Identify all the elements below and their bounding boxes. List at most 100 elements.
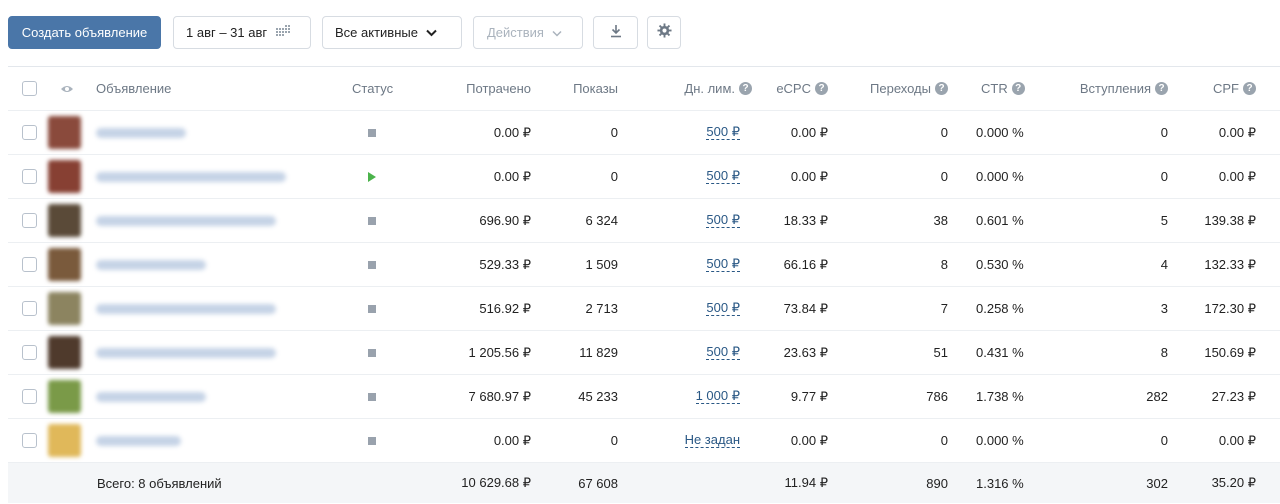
col-header-ad[interactable]: Объявление — [96, 67, 356, 110]
cell-daily-limit[interactable]: 500 ₽ — [648, 155, 740, 198]
chevron-down-icon — [552, 25, 562, 40]
help-icon[interactable]: ? — [1011, 82, 1025, 95]
col-header-daily-limit-label: Дн. лим. — [684, 81, 735, 96]
table-row[interactable]: 0.00 ₽ 0 500 ₽ 0.00 ₽ 0 0.000 % 0 0.00 ₽ — [8, 111, 1280, 155]
total-clicks: 890 — [926, 475, 948, 491]
cell-clicks: 38 — [933, 213, 948, 228]
ad-name-link[interactable] — [96, 419, 356, 462]
cell-ctr: 0.000 % — [976, 169, 1024, 184]
table-row[interactable]: 529.33 ₽ 1 509 500 ₽ 66.16 ₽ 8 0.530 % 4 132.33… — [8, 243, 1280, 287]
daily-limit-link[interactable]: 500 ₽ — [706, 213, 740, 228]
ad-name-link[interactable] — [96, 243, 356, 286]
table-total-row: Всего: 8 объявлений 10 629.68 ₽ 67 608 1… — [8, 463, 1280, 503]
row-checkbox[interactable] — [22, 155, 38, 198]
actions-dropdown[interactable]: Действия — [473, 15, 583, 49]
status-indicator[interactable] — [368, 243, 388, 286]
eye-icon[interactable] — [60, 67, 74, 110]
status-indicator[interactable] — [368, 287, 388, 330]
daily-limit-link[interactable]: 500 ₽ — [706, 257, 740, 272]
cell-ctr: 0.530 % — [976, 257, 1024, 272]
ad-name-link[interactable] — [96, 287, 356, 330]
table-row[interactable]: 7 680.97 ₽ 45 233 1 000 ₽ 9.77 ₽ 786 1.738 % 2… — [8, 375, 1280, 419]
date-range-label: 1 авг – 31 авг — [186, 24, 268, 40]
ad-name-link[interactable] — [96, 111, 356, 154]
ad-name-link[interactable] — [96, 375, 356, 418]
cell-daily-limit[interactable]: 500 ₽ — [648, 199, 740, 242]
col-header-spent[interactable]: Потрачено — [428, 67, 531, 110]
table-row[interactable]: 0.00 ₽ 0 Не задан 0.00 ₽ 0 0.000 % 0 0.00 ₽ — [8, 419, 1280, 463]
cell-joins: 5 — [1160, 213, 1168, 228]
col-header-status[interactable]: Статус — [352, 67, 393, 110]
cell-daily-limit[interactable]: 500 ₽ — [648, 287, 740, 330]
status-indicator[interactable] — [368, 331, 388, 374]
ad-thumbnail[interactable] — [48, 155, 84, 198]
total-cpf: 35.20 ₽ — [1211, 475, 1256, 490]
row-checkbox[interactable] — [22, 419, 38, 462]
cell-spent: 0.00 ₽ — [493, 168, 531, 184]
daily-limit-link[interactable]: 500 ₽ — [706, 125, 740, 140]
help-icon[interactable]: ? — [815, 82, 828, 95]
ad-thumbnail[interactable] — [48, 111, 84, 154]
status-indicator[interactable] — [368, 155, 388, 198]
settings-button[interactable] — [647, 15, 681, 49]
col-header-daily-limit[interactable]: Дн. лим.? — [658, 67, 752, 110]
stopped-status-icon — [368, 128, 376, 137]
ad-thumbnail[interactable] — [48, 287, 84, 330]
help-icon[interactable]: ? — [1243, 82, 1256, 95]
col-header-cpf[interactable]: CPF? — [1188, 67, 1256, 110]
daily-limit-link[interactable]: 1 000 ₽ — [695, 389, 740, 404]
table-row[interactable]: 1 205.56 ₽ 11 829 500 ₽ 23.63 ₽ 51 0.431 % 8 15… — [8, 331, 1280, 375]
row-checkbox[interactable] — [22, 111, 38, 154]
ad-name-link[interactable] — [96, 199, 356, 242]
col-header-ctr-label: CTR — [981, 81, 1008, 96]
cell-daily-limit[interactable]: 500 ₽ — [648, 243, 740, 286]
status-indicator[interactable] — [368, 419, 388, 462]
row-checkbox[interactable] — [22, 243, 38, 286]
row-checkbox[interactable] — [22, 287, 38, 330]
table-row[interactable]: 0.00 ₽ 0 500 ₽ 0.00 ₽ 0 0.000 % 0 0.00 ₽ — [8, 155, 1280, 199]
cell-joins: 0 — [1160, 433, 1168, 448]
help-icon[interactable]: ? — [1155, 82, 1168, 95]
status-indicator[interactable] — [368, 375, 388, 418]
col-header-joins[interactable]: Вступления? — [1068, 67, 1168, 110]
cell-daily-limit[interactable]: 500 ₽ — [648, 331, 740, 374]
ad-name-link[interactable] — [96, 331, 356, 374]
create-ad-button[interactable]: Создать объявление — [8, 15, 161, 49]
date-range-button[interactable]: 1 авг – 31 авг — [173, 15, 311, 49]
daily-limit-link[interactable]: Не задан — [684, 433, 740, 448]
row-checkbox[interactable] — [22, 375, 38, 418]
col-header-ecpc[interactable]: eCPC? — [748, 67, 828, 110]
download-button[interactable] — [593, 15, 638, 49]
col-header-shows[interactable]: Показы — [548, 67, 618, 110]
col-header-ctr[interactable]: CTR? — [981, 67, 1025, 110]
row-checkbox[interactable] — [22, 199, 38, 242]
daily-limit-link[interactable]: 500 ₽ — [706, 345, 740, 360]
ad-thumbnail[interactable] — [48, 243, 84, 286]
help-icon[interactable]: ? — [935, 82, 948, 95]
table-row[interactable]: 696.90 ₽ 6 324 500 ₽ 18.33 ₽ 38 0.601 % 5 139.3… — [8, 199, 1280, 243]
select-all-checkbox[interactable] — [22, 67, 38, 110]
row-checkbox[interactable] — [22, 331, 38, 374]
daily-limit-link[interactable]: 500 ₽ — [706, 169, 740, 184]
cell-daily-limit[interactable]: 1 000 ₽ — [648, 375, 740, 418]
ad-name-link[interactable] — [96, 155, 356, 198]
cell-ecpc: 0.00 ₽ — [790, 124, 828, 140]
col-header-clicks[interactable]: Переходы? — [848, 67, 948, 110]
status-filter-dropdown[interactable]: Все активные — [322, 15, 462, 49]
stopped-status-icon — [368, 392, 376, 401]
ad-thumbnail[interactable] — [48, 199, 84, 242]
cell-daily-limit[interactable]: Не задан — [648, 419, 740, 462]
ad-thumbnail[interactable] — [48, 375, 84, 418]
status-indicator[interactable] — [368, 111, 388, 154]
stopped-status-icon — [368, 304, 376, 313]
cell-clicks: 786 — [926, 389, 948, 404]
ad-thumbnail[interactable] — [48, 331, 84, 374]
ad-thumbnail[interactable] — [48, 419, 84, 462]
daily-limit-link[interactable]: 500 ₽ — [706, 301, 740, 316]
cell-spent: 516.92 ₽ — [479, 300, 531, 316]
cell-ctr: 0.431 % — [976, 345, 1024, 360]
status-indicator[interactable] — [368, 199, 388, 242]
total-ctr: 1.316 % — [976, 475, 1024, 491]
cell-daily-limit[interactable]: 500 ₽ — [648, 111, 740, 154]
table-row[interactable]: 516.92 ₽ 2 713 500 ₽ 73.84 ₽ 7 0.258 % 3 172.30… — [8, 287, 1280, 331]
